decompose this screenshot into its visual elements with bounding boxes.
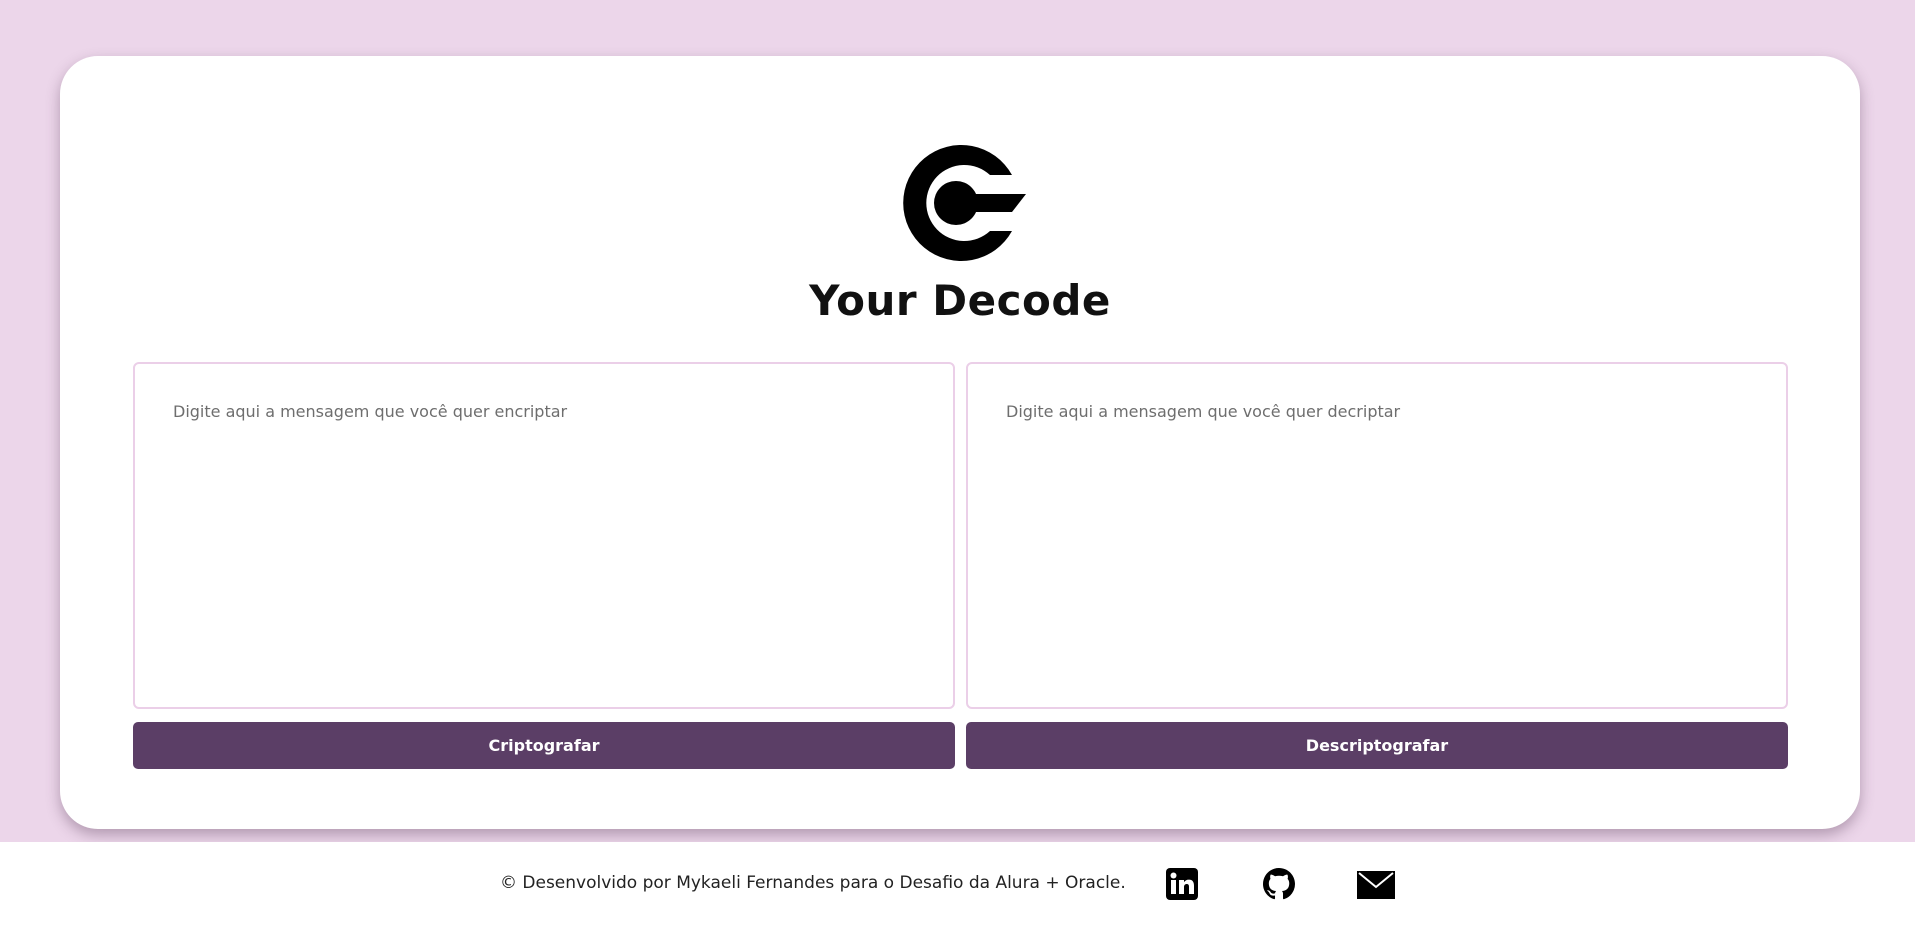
encrypt-button[interactable]: Criptografar <box>133 722 955 769</box>
page-title: Your Decode <box>809 276 1111 325</box>
linkedin-icon <box>1166 868 1198 900</box>
decrypt-input[interactable] <box>966 362 1788 709</box>
mail-icon <box>1357 871 1395 899</box>
decrypt-button[interactable]: Descriptografar <box>966 722 1788 769</box>
github-link[interactable] <box>1263 868 1295 900</box>
decode-logo-icon <box>903 145 1026 261</box>
footer-credit: © Desenvolvido por Mykaeli Fernandes par… <box>500 873 1126 893</box>
main-card: Your Decode Criptografar Descriptografar <box>60 56 1860 829</box>
encrypt-input[interactable] <box>133 362 955 709</box>
linkedin-link[interactable] <box>1166 868 1198 900</box>
mail-link[interactable] <box>1357 871 1395 899</box>
footer: © Desenvolvido por Mykaeli Fernandes par… <box>0 842 1915 926</box>
github-icon <box>1263 868 1295 900</box>
